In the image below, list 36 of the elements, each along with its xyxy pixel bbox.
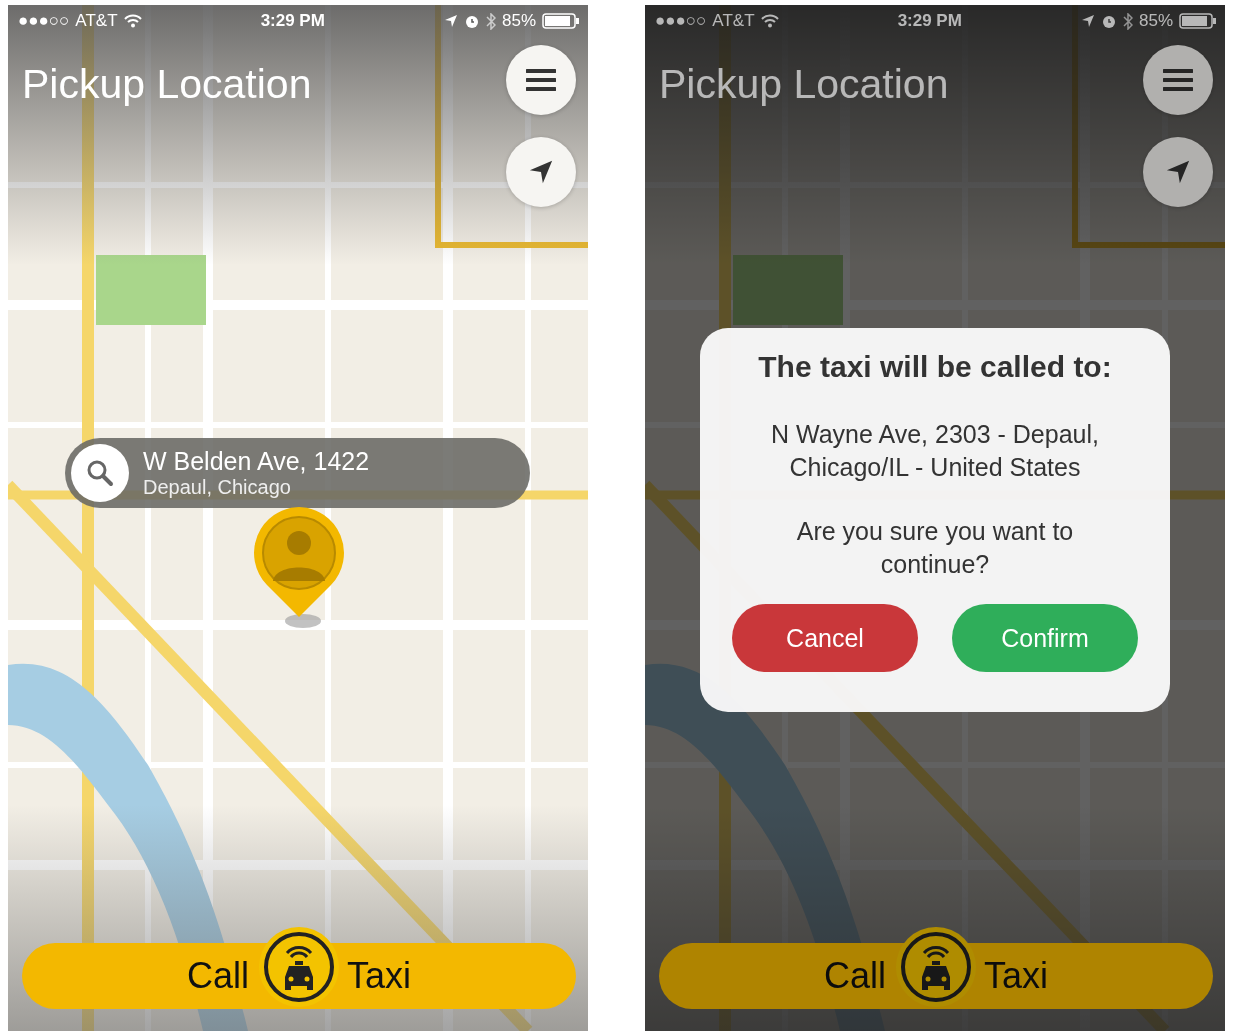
confirm-button[interactable]: Confirm: [952, 604, 1138, 672]
dialog-title: The taxi will be called to:: [758, 350, 1112, 384]
search-icon: [86, 459, 114, 487]
location-arrow-icon: [443, 14, 458, 28]
menu-icon: [526, 68, 556, 92]
signal-dots: ●●●○○: [655, 11, 707, 31]
wifi-icon: [760, 14, 779, 28]
pin-shadow: [285, 614, 321, 628]
navigation-arrow-icon: [528, 159, 554, 185]
navigation-arrow-icon: [1165, 159, 1191, 185]
bluetooth-icon: [1122, 12, 1133, 30]
status-time: 3:29 PM: [259, 11, 326, 31]
wifi-icon: [123, 14, 142, 28]
person-pin-icon: [254, 507, 344, 617]
address-street: W Belden Ave, 1422: [143, 447, 370, 476]
signal-dots: ●●●○○: [18, 11, 70, 31]
battery-percent: 85%: [501, 11, 536, 31]
menu-icon: [1163, 68, 1193, 92]
carrier-name: AT&T: [75, 11, 118, 31]
battery-percent: 85%: [1138, 11, 1173, 31]
screen-title: Pickup Location: [659, 61, 949, 109]
dialog-question: Are you sure you want to continue?: [795, 516, 1075, 580]
location-arrow-icon: [1080, 14, 1095, 28]
battery-icon: [1179, 13, 1217, 29]
dialog-address: N Wayne Ave, 2303 - Depaul, Chicago/IL - United States: [770, 419, 1100, 483]
bluetooth-icon: [485, 12, 496, 30]
alarm-icon: [463, 13, 480, 29]
address-area: Depaul, Chicago: [143, 476, 370, 499]
status-time: 3:29 PM: [896, 11, 963, 31]
cancel-button[interactable]: Cancel: [732, 604, 918, 672]
screen-title: Pickup Location: [22, 61, 312, 109]
alarm-icon: [1100, 13, 1117, 29]
address-bar[interactable]: W Belden Ave, 1422 Depaul, Chicago: [65, 438, 530, 508]
search-button[interactable]: [71, 444, 129, 502]
carrier-name: AT&T: [712, 11, 755, 31]
battery-icon: [542, 13, 580, 29]
